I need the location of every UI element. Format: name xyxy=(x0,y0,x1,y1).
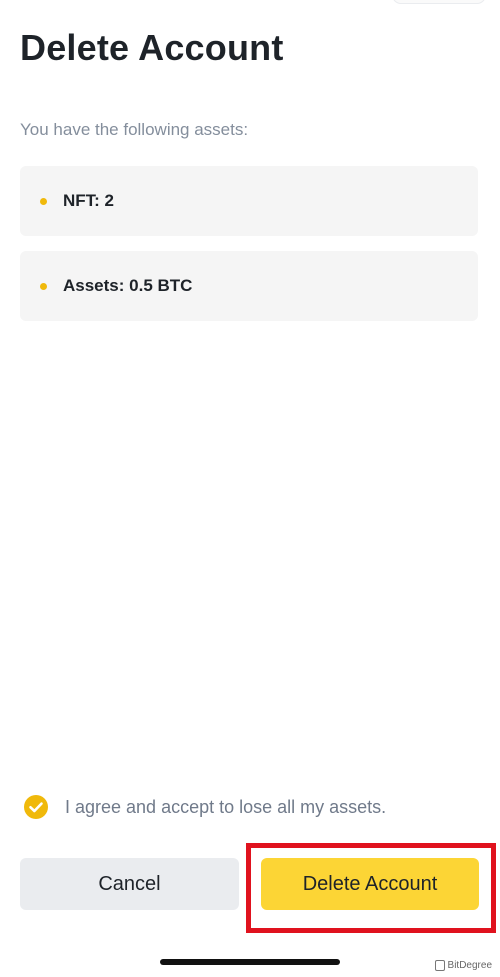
asset-label: NFT: 2 xyxy=(63,191,114,210)
top-pill xyxy=(392,0,486,4)
watermark-logo-icon xyxy=(434,960,445,971)
asset-card-nft: NFT: 2 xyxy=(20,166,478,236)
check-circle-icon[interactable] xyxy=(24,795,48,819)
bullet-icon xyxy=(40,282,47,290)
bullet-icon xyxy=(40,197,47,205)
cancel-button[interactable]: Cancel xyxy=(20,858,239,910)
home-indicator xyxy=(160,959,340,965)
asset-card-btc: Assets: 0.5 BTC xyxy=(20,251,478,321)
agree-label: I agree and accept to lose all my assets… xyxy=(65,796,387,817)
agree-checkbox-row[interactable]: I agree and accept to lose all my assets… xyxy=(24,795,386,819)
delete-account-button[interactable]: Delete Account xyxy=(261,858,479,910)
asset-label: Assets: 0.5 BTC xyxy=(63,276,193,295)
watermark-text: BitDegree xyxy=(447,960,492,971)
assets-subtitle: You have the following assets: xyxy=(20,120,249,139)
page-title: Delete Account xyxy=(20,27,284,68)
watermark: BitDegree xyxy=(434,960,492,971)
